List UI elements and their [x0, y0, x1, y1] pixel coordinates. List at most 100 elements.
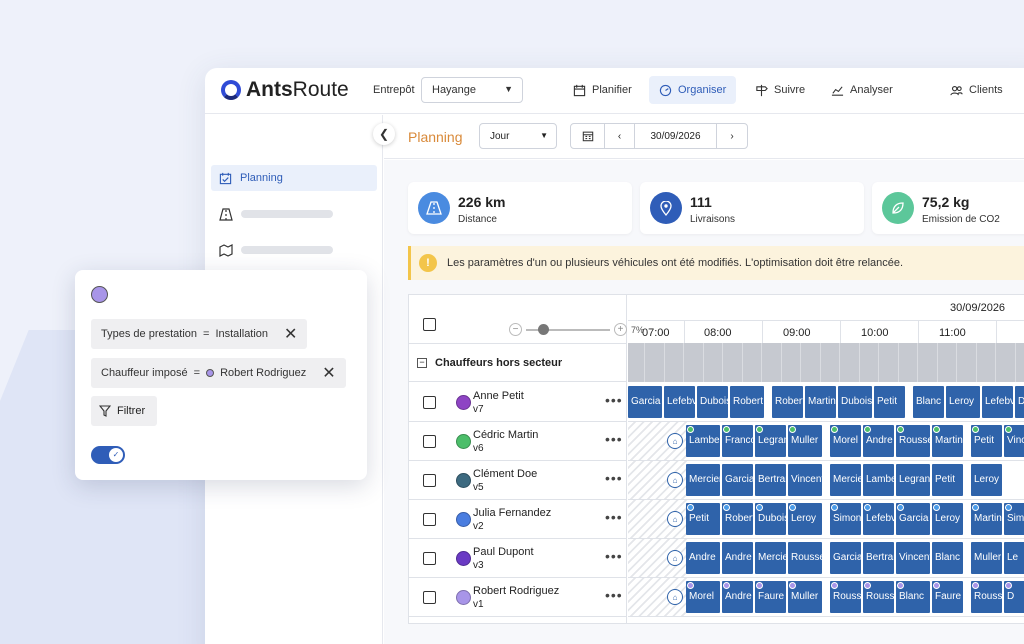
- stop-block[interactable]: Rousseau: [863, 581, 894, 613]
- zoom-slider[interactable]: [526, 323, 610, 335]
- stop-block[interactable]: Morel: [686, 581, 720, 613]
- driver-checkbox[interactable]: [423, 591, 436, 604]
- stop-block[interactable]: Le: [1004, 542, 1024, 574]
- stop-block[interactable]: Muller: [971, 542, 1002, 574]
- stop-block[interactable]: Leroy: [971, 464, 1002, 496]
- driver-checkbox[interactable]: [423, 435, 436, 448]
- stop-block[interactable]: Martin: [805, 386, 836, 418]
- depot-icon[interactable]: ⌂: [667, 550, 683, 566]
- stop-block[interactable]: Leroy: [932, 503, 963, 535]
- calendar-button[interactable]: [571, 124, 605, 148]
- driver-row[interactable]: Cédric Martin v6 •••: [409, 422, 627, 461]
- driver-row[interactable]: Paul Dupont v3 •••: [409, 539, 627, 578]
- driver-checkbox[interactable]: [423, 552, 436, 565]
- stop-block[interactable]: Dubois: [697, 386, 728, 418]
- stop-block[interactable]: Lefebvre: [863, 503, 894, 535]
- stop-block[interactable]: Andre: [863, 425, 894, 457]
- stop-block[interactable]: Blanc: [913, 386, 944, 418]
- sidebar-item-map[interactable]: [211, 237, 377, 263]
- stop-block[interactable]: Mercier: [686, 464, 720, 496]
- entrepot-select[interactable]: Hayange ▼: [421, 77, 523, 103]
- depot-icon[interactable]: ⌂: [667, 589, 683, 605]
- stop-block[interactable]: Legrand: [896, 464, 930, 496]
- driver-row[interactable]: Robert Rodriguez v1 •••: [409, 578, 627, 617]
- stop-block[interactable]: Robert: [772, 386, 803, 418]
- more-options-icon[interactable]: •••: [605, 393, 623, 407]
- driver-checkbox[interactable]: [423, 474, 436, 487]
- stop-block[interactable]: Rousseau: [971, 581, 1002, 613]
- stop-block[interactable]: Muller: [788, 581, 822, 613]
- stop-block[interactable]: Mercier: [830, 464, 861, 496]
- stop-block[interactable]: Petit: [686, 503, 720, 535]
- stop-block[interactable]: Garcia: [628, 386, 662, 418]
- select-all-checkbox[interactable]: [423, 318, 436, 331]
- prev-date-button[interactable]: ‹: [605, 124, 635, 148]
- stop-block[interactable]: Petit: [932, 464, 963, 496]
- section-header[interactable]: − Chauffeurs hors secteur: [409, 343, 627, 382]
- stop-block[interactable]: Faure: [755, 581, 786, 613]
- driver-row[interactable]: Julia Fernandez v2 •••: [409, 500, 627, 539]
- stop-block[interactable]: Dubois: [838, 386, 872, 418]
- driver-checkbox[interactable]: [423, 513, 436, 526]
- stop-block[interactable]: Francois: [722, 425, 753, 457]
- nav-analyser[interactable]: Analyser: [821, 76, 903, 104]
- next-date-button[interactable]: ›: [717, 124, 747, 148]
- sidebar-item-road[interactable]: [211, 201, 377, 227]
- stop-block[interactable]: Garcia: [830, 542, 861, 574]
- depot-icon[interactable]: ⌂: [667, 511, 683, 527]
- more-options-icon[interactable]: •••: [605, 510, 623, 524]
- view-select[interactable]: Jour ▼: [479, 123, 557, 149]
- stop-block[interactable]: Morel: [830, 425, 861, 457]
- stop-block[interactable]: Mercier: [755, 542, 786, 574]
- stop-block[interactable]: Vincent: [1004, 425, 1024, 457]
- stop-block[interactable]: Dubois: [1015, 386, 1024, 418]
- stop-block[interactable]: Bertrand: [755, 464, 786, 496]
- driver-row[interactable]: Clément Doe v5 •••: [409, 461, 627, 500]
- driver-checkbox[interactable]: [423, 396, 436, 409]
- filter-toggle[interactable]: ✓: [91, 446, 125, 464]
- stop-block[interactable]: Martin: [932, 425, 963, 457]
- stop-block[interactable]: Garcia: [722, 464, 753, 496]
- driver-row[interactable]: Anne Petit v7 •••: [409, 383, 627, 422]
- stop-block[interactable]: Rousseau: [896, 425, 930, 457]
- nav-planifier[interactable]: Planifier: [563, 76, 642, 104]
- zoom-in-button[interactable]: +: [614, 323, 627, 336]
- stop-block[interactable]: Dubois: [755, 503, 786, 535]
- stop-block[interactable]: Andre: [722, 542, 753, 574]
- close-icon[interactable]: ✕: [284, 324, 297, 344]
- stop-block[interactable]: Lambert: [863, 464, 894, 496]
- stop-block[interactable]: Bertrand: [863, 542, 894, 574]
- sidebar-item-planning[interactable]: Planning: [211, 165, 377, 191]
- nav-clients[interactable]: Clients: [940, 76, 1013, 104]
- zoom-out-button[interactable]: −: [509, 323, 522, 336]
- stop-block[interactable]: Lambert: [686, 425, 720, 457]
- stop-block[interactable]: Rousseau: [830, 581, 861, 613]
- stop-block[interactable]: Petit: [874, 386, 905, 418]
- stop-block[interactable]: Robert: [722, 503, 753, 535]
- stop-block[interactable]: Vincent: [788, 464, 822, 496]
- stop-block[interactable]: Leroy: [946, 386, 980, 418]
- stop-block[interactable]: Legrand: [755, 425, 786, 457]
- stop-block[interactable]: Simon: [1004, 503, 1024, 535]
- depot-icon[interactable]: ⌂: [667, 472, 683, 488]
- stop-block[interactable]: Lefebvre: [664, 386, 695, 418]
- zoom-knob[interactable]: [538, 323, 549, 335]
- stop-block[interactable]: Faure: [932, 581, 963, 613]
- stop-block[interactable]: Blanc: [932, 542, 963, 574]
- nav-organiser[interactable]: Organiser: [649, 76, 737, 104]
- stop-block[interactable]: Garcia: [896, 503, 930, 535]
- stop-block[interactable]: Rousseau: [788, 542, 822, 574]
- stop-block[interactable]: Simon: [830, 503, 861, 535]
- depot-icon[interactable]: ⌂: [667, 433, 683, 449]
- stop-block[interactable]: Petit: [971, 425, 1002, 457]
- stop-block[interactable]: Andre: [722, 581, 753, 613]
- filter-button[interactable]: Filtrer: [91, 396, 157, 426]
- more-options-icon[interactable]: •••: [605, 549, 623, 563]
- more-options-icon[interactable]: •••: [605, 588, 623, 602]
- stop-block[interactable]: Leroy: [788, 503, 822, 535]
- more-options-icon[interactable]: •••: [605, 471, 623, 485]
- stop-block[interactable]: Lefebvre: [982, 386, 1013, 418]
- stop-block[interactable]: D: [1004, 581, 1024, 613]
- collapse-section-icon[interactable]: −: [417, 357, 427, 368]
- stop-block[interactable]: Muller: [788, 425, 822, 457]
